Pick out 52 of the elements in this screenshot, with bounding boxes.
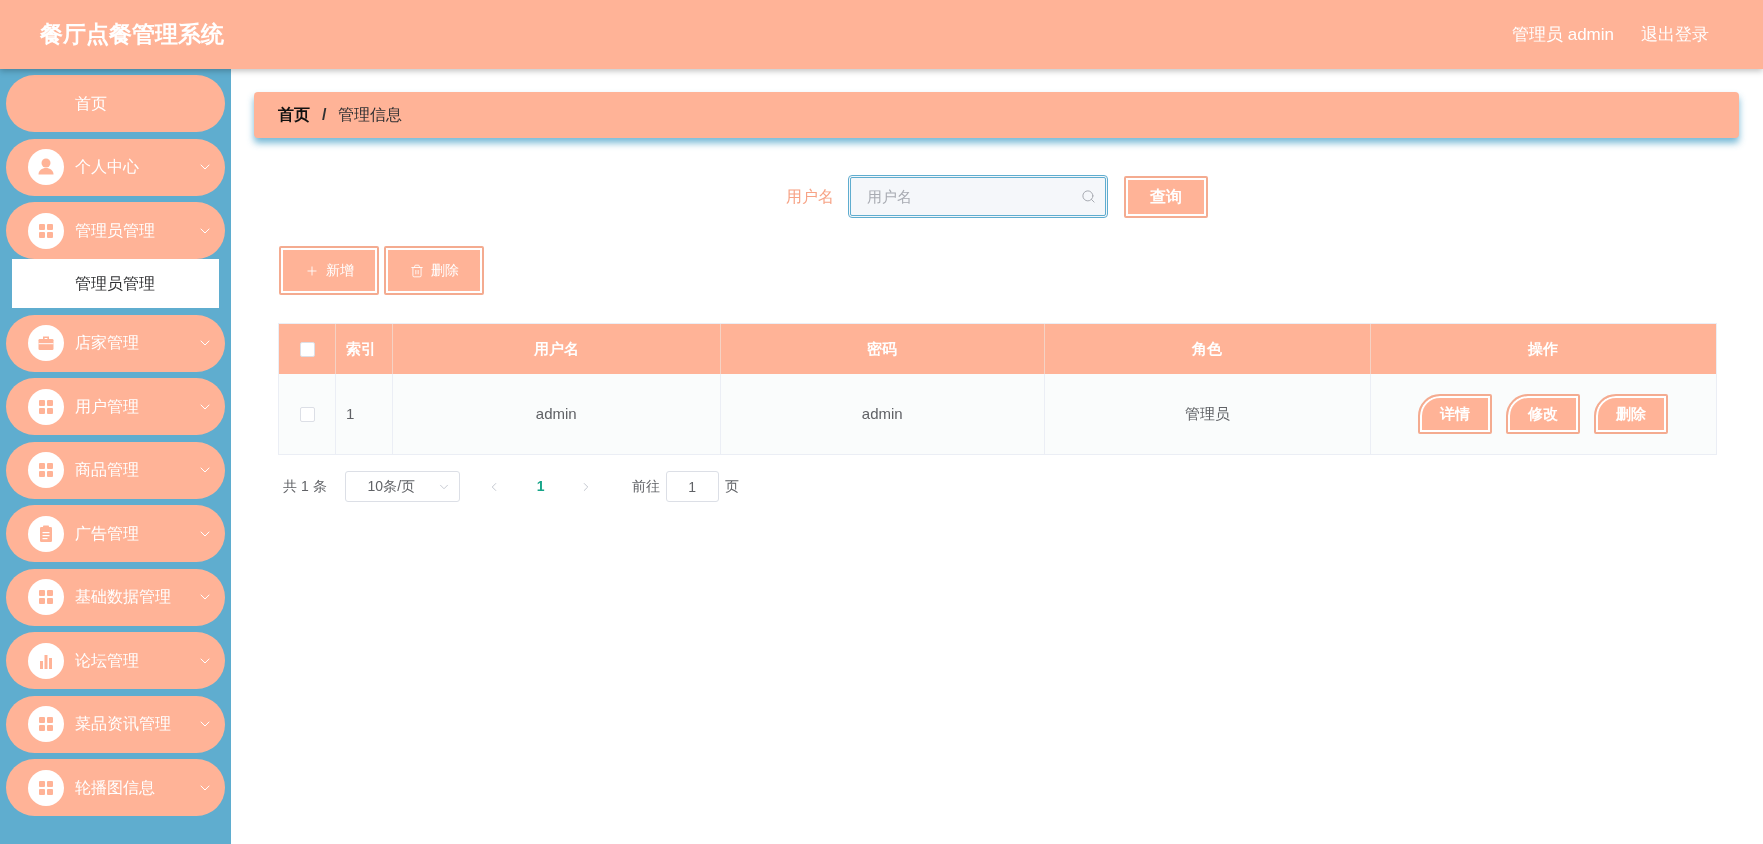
app-title: 餐厅点餐管理系统 <box>40 20 224 50</box>
table-cell: 1 <box>336 374 393 454</box>
user-icon <box>28 149 64 185</box>
table-cell: 管理员 <box>1045 374 1371 454</box>
add-button[interactable]: 新增 <box>279 246 379 295</box>
sidebar-item[interactable]: 论坛管理 <box>6 632 225 689</box>
sidebar-item[interactable]: 个人中心 <box>6 138 225 196</box>
grid-icon <box>28 706 64 742</box>
goto-suffix: 页 <box>724 477 739 496</box>
page-number[interactable]: 1 <box>525 472 556 501</box>
sidebar-item[interactable]: 首页 <box>6 75 225 132</box>
grid-icon <box>28 769 64 806</box>
user-label: 管理员 admin <box>1511 23 1614 46</box>
plus-icon <box>304 263 319 278</box>
sidebar-item[interactable]: 广告管理 <box>6 505 225 562</box>
grid-icon <box>28 212 64 249</box>
sidebar-item[interactable]: 基础数据管理 <box>6 568 225 626</box>
table-cell: admin <box>720 374 1045 454</box>
table-cell: admin <box>393 374 721 454</box>
goto-page-field[interactable]: 1 <box>665 471 719 502</box>
goto-label: 前往 <box>631 477 660 496</box>
clipboard-icon <box>28 515 64 552</box>
sidebar-item[interactable]: 用户管理 <box>6 378 225 435</box>
grid-icon <box>28 579 64 615</box>
trash-icon <box>409 263 424 278</box>
sidebar-item[interactable]: 管理员管理 <box>6 202 225 259</box>
row-action-button[interactable]: 修改 <box>1506 394 1581 434</box>
sidebar-subitem[interactable]: 管理员管理 <box>12 259 219 308</box>
breadcrumb-separator: / <box>322 105 327 125</box>
column-header: 操作 <box>1527 338 1560 359</box>
search-label: 用户名 <box>785 186 834 207</box>
query-button[interactable]: 查询 <box>1123 175 1208 218</box>
row-action-button[interactable]: 详情 <box>1418 394 1493 434</box>
breadcrumb-current: 管理信息 <box>338 105 403 125</box>
bar-chart-icon <box>28 642 64 679</box>
sidebar-item[interactable]: 店家管理 <box>6 314 225 372</box>
grid-icon <box>28 452 64 488</box>
checkbox[interactable] <box>299 406 315 422</box>
breadcrumb-link[interactable]: 首页 <box>278 103 310 127</box>
sidebar-item[interactable]: 轮播图信息 <box>6 759 225 816</box>
checkbox[interactable] <box>299 341 315 357</box>
logout-link[interactable]: 退出登录 <box>1641 21 1709 48</box>
row-action-button[interactable]: 删除 <box>1594 394 1669 434</box>
grid-icon <box>28 388 64 425</box>
search-icon <box>1080 189 1096 204</box>
briefcase-icon <box>28 325 64 361</box>
delete-button[interactable]: 删除 <box>384 246 484 295</box>
sidebar-item[interactable]: 菜品资讯管理 <box>6 695 225 753</box>
total-count: 共 1 条 <box>283 477 327 496</box>
sidebar-item[interactable]: 商品管理 <box>6 441 225 499</box>
page-size-select[interactable]: 10条/页 <box>344 471 460 502</box>
username-search-field[interactable]: 用户名 <box>847 175 1108 218</box>
